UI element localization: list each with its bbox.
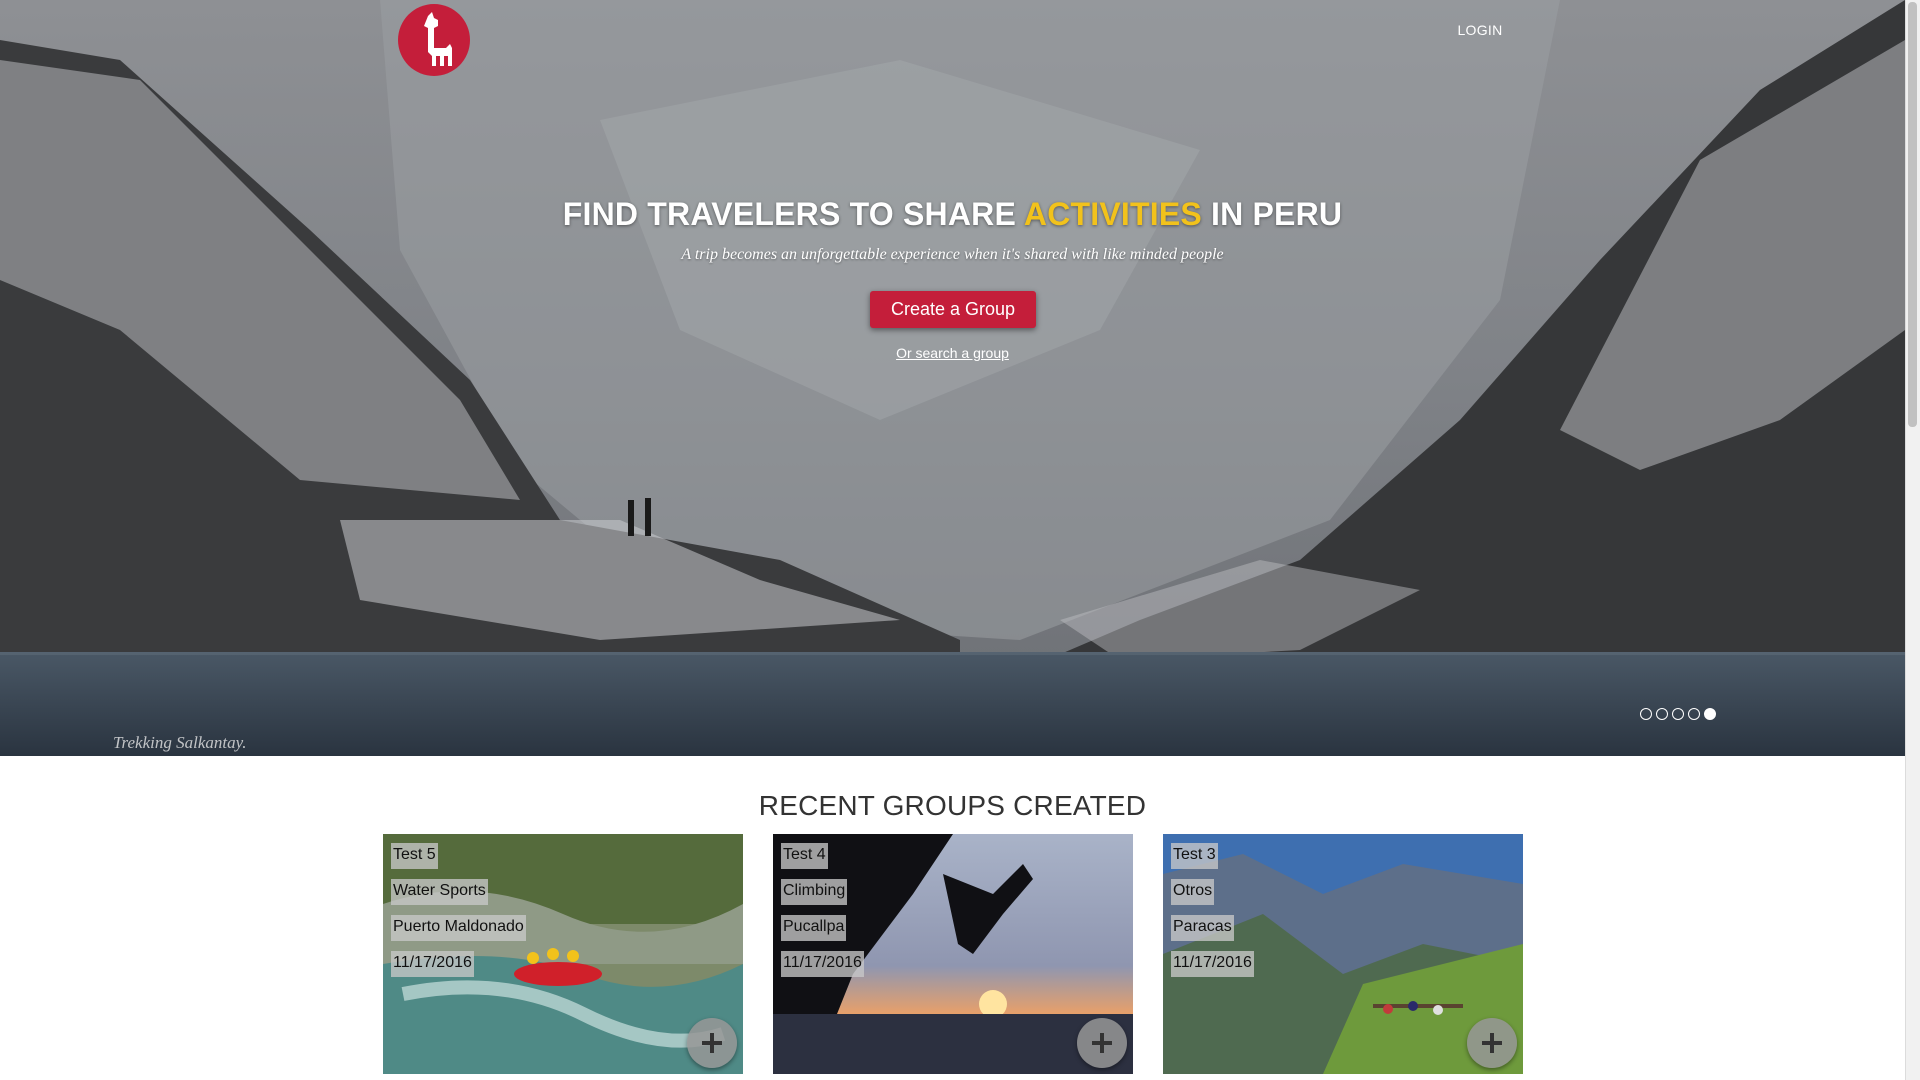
slide-caption: Trekking Salkantay. [113,733,247,752]
group-location: Puerto Maldonado [391,915,526,941]
login-link[interactable]: LOGIN [1440,22,1520,38]
join-group-button[interactable] [1077,1018,1127,1068]
hero-subtitle: A trip becomes an unforgettable experien… [681,246,1224,263]
group-category: Climbing [781,879,848,905]
hero-title-accent: ACTIVITIES [1023,196,1202,232]
group-date: 11/17/2016 [391,951,474,977]
join-group-button[interactable] [1467,1018,1517,1068]
group-location: Pucallpa [781,915,847,941]
carousel-indicators [1640,708,1716,720]
join-group-button[interactable] [687,1018,737,1068]
group-card[interactable]: Test 5 Water Sports Puerto Maldonado 11/… [383,834,743,1074]
llama-logo[interactable] [398,4,470,76]
recent-groups-list: Test 5 Water Sports Puerto Maldonado 11/… [383,834,1523,1080]
search-group-link[interactable]: Or search a group [896,345,1009,361]
group-name: Test 3 [1171,843,1218,869]
search-group-link-wrap: Or search a group [0,345,1905,361]
hero-title-start: FIND TRAVELERS TO SHARE [562,196,1024,232]
group-category: Water Sports [391,879,488,905]
hero-background-image [0,0,1905,756]
group-card[interactable]: Test 3 Otros Paracas 11/17/2016 [1163,834,1523,1074]
carousel-dot-3[interactable] [1672,708,1684,720]
hero-title: FIND TRAVELERS TO SHARE ACTIVITIES IN PE… [0,196,1905,233]
llama-icon [424,12,452,66]
group-date: 11/17/2016 [781,951,864,977]
carousel-dot-5[interactable] [1704,708,1716,720]
group-card[interactable]: Test 4 Climbing Pucallpa 11/17/2016 [773,834,1133,1074]
group-category: Otros [1171,879,1215,905]
group-location: Paracas [1171,915,1234,941]
plus-icon [1092,1033,1112,1053]
create-group-button[interactable]: Create a Group [870,291,1036,328]
hero-title-end: IN PERU [1201,196,1343,232]
carousel-dot-1[interactable] [1640,708,1652,720]
plus-icon [1482,1033,1502,1053]
hero-banner: LOGIN FIND TRAVELERS TO SHARE ACTIVITIES… [0,0,1905,756]
carousel-dot-2[interactable] [1656,708,1668,720]
carousel-dot-4[interactable] [1688,708,1700,720]
group-date: 11/17/2016 [1171,951,1254,977]
plus-icon [702,1033,722,1053]
group-name: Test 4 [781,843,828,869]
scrollbar-thumb[interactable] [1908,2,1917,427]
group-name: Test 5 [391,843,438,869]
recent-groups-title: RECENT GROUPS CREATED [758,790,1147,821]
